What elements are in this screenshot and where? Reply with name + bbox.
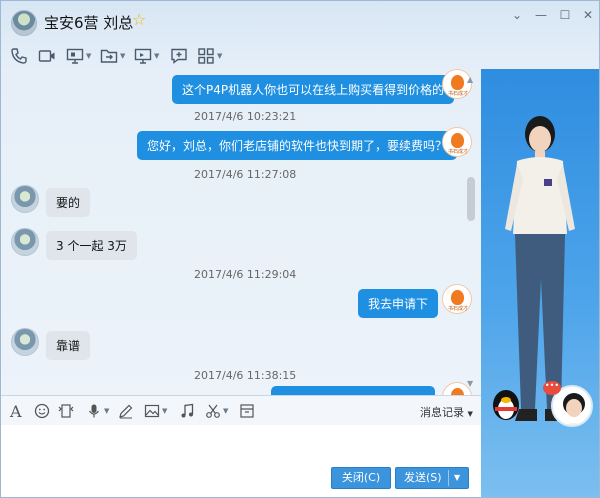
message-history-dropdown[interactable]: 消息记录 ▼: [420, 404, 473, 420]
sender-logo-avatar[interactable]: 书石成才: [442, 69, 472, 99]
phone-icon[interactable]: [10, 46, 28, 66]
video-icon[interactable]: [38, 46, 56, 66]
message-timestamp: 2017/4/6 11:27:08: [194, 168, 297, 181]
message-timestamp: 2017/4/6 10:23:21: [194, 110, 297, 123]
message-bubble-sent[interactable]: 我去申请下: [358, 289, 439, 318]
send-button-divider: [448, 470, 449, 486]
image-icon[interactable]: ▼: [144, 402, 167, 420]
emoji-icon[interactable]: [34, 402, 50, 420]
sender-logo-avatar[interactable]: 书石成才: [442, 284, 472, 314]
scroll-up-arrow[interactable]: ▲: [467, 75, 473, 84]
self-avatar-image: [563, 393, 585, 425]
close-button[interactable]: 关闭(C): [331, 467, 391, 489]
avatar-character-image: [505, 116, 575, 421]
remote-desktop-icon[interactable]: ▼: [134, 46, 159, 66]
chat-bubble-icon[interactable]: •••: [543, 381, 561, 395]
message-timestamp: 2017/4/6 11:38:15: [194, 369, 297, 382]
qq-penguin-icon[interactable]: [489, 383, 523, 423]
mic-icon[interactable]: ▼: [86, 402, 109, 420]
maximize-icon[interactable]: ☐: [555, 7, 575, 23]
send-options-chevron-icon[interactable]: ▼: [454, 468, 460, 488]
contact-avatar[interactable]: [11, 10, 37, 36]
message-bubble-sent[interactable]: 这个P4P机器人你也可以在线上购买看得到价格的: [172, 75, 455, 104]
scissors-icon[interactable]: ▼: [205, 402, 228, 420]
close-icon[interactable]: ✕: [578, 7, 598, 23]
sender-logo-avatar[interactable]: 书石成才: [442, 127, 472, 157]
archive-icon[interactable]: [239, 402, 255, 420]
contact-show-panel: •••: [481, 69, 599, 497]
message-timestamp: 2017/4/6 11:29:04: [194, 268, 297, 281]
scrollbar-thumb[interactable]: [467, 177, 475, 221]
message-bubble-sent-partial[interactable]: [271, 386, 435, 395]
music-icon[interactable]: [179, 402, 195, 420]
send-button[interactable]: 发送(S) ▼: [395, 467, 469, 489]
screen-share-icon[interactable]: ▼: [66, 46, 91, 66]
message-bubble-sent[interactable]: 您好，刘总，你们老店铺的软件也快到期了，要续费吗？: [137, 131, 458, 160]
minimize-icon[interactable]: —: [531, 7, 551, 23]
scroll-down-arrow[interactable]: ▼: [467, 379, 473, 388]
contact-name[interactable]: 宝安6营 刘总: [44, 12, 133, 33]
action-bar: 关闭(C) 发送(S) ▼: [1, 465, 481, 497]
title-bar[interactable]: 宝安6营 刘总 ☆ ⌄ — ☐ ✕: [1, 1, 599, 43]
gif-icon[interactable]: [58, 402, 74, 420]
star-icon[interactable]: ☆: [132, 10, 146, 29]
apps-grid-icon[interactable]: ▼: [197, 46, 222, 66]
message-list[interactable]: 这个P4P机器人你也可以在线上购买看得到价格的 书石成才 2017/4/6 10…: [1, 69, 481, 395]
toolbar: ▼ ▼ ▼ ▼: [1, 43, 241, 69]
message-bubble-received[interactable]: 靠谱: [46, 331, 91, 360]
chat-window: 宝安6营 刘总 ☆ ⌄ — ☐ ✕ ▼ ▼ ▼ ▼ 这个P4P机器人你也可以在线…: [0, 0, 600, 498]
message-input[interactable]: [1, 425, 481, 465]
message-bubble-received[interactable]: 3 个一起 3万: [46, 231, 137, 260]
send-button-label[interactable]: 发送(S): [404, 468, 442, 488]
contact-avatar[interactable]: [11, 228, 39, 256]
input-toolbar: A ▼ ▼ ▼ 消息记录 ▼: [1, 395, 481, 425]
add-chat-icon[interactable]: [170, 46, 188, 66]
chevron-down-icon[interactable]: ⌄: [507, 7, 527, 23]
font-icon[interactable]: A: [10, 402, 22, 421]
contact-avatar[interactable]: [11, 185, 39, 213]
pen-icon[interactable]: [118, 402, 134, 420]
file-transfer-icon[interactable]: ▼: [100, 46, 125, 66]
message-bubble-received[interactable]: 要的: [46, 188, 91, 217]
contact-avatar[interactable]: [11, 328, 39, 356]
